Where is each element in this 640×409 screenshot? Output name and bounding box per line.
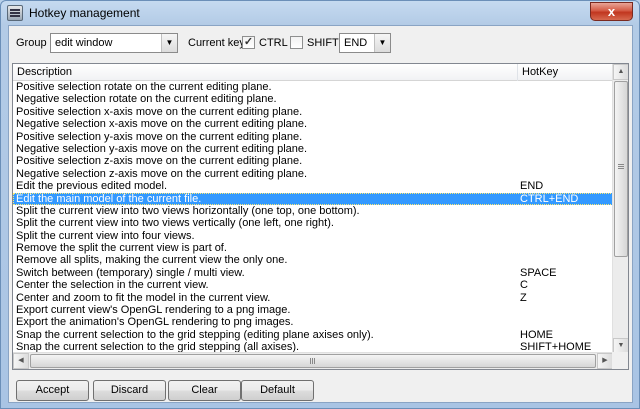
row-description: Center the selection in the current view…	[16, 279, 209, 292]
default-button[interactable]: Default	[241, 380, 314, 401]
list-item[interactable]: Negative selection y-axis move on the cu…	[13, 143, 613, 155]
row-description: Positive selection rotate on the current…	[16, 81, 272, 93]
row-hotkey: Z	[520, 291, 527, 304]
list-item[interactable]: Positive selection rotate on the current…	[13, 81, 613, 93]
row-description: Edit the main model of the current file.	[16, 192, 202, 205]
row-description: Remove all splits, making the current vi…	[16, 254, 288, 267]
list-item[interactable]: Positive selection z-axis move on the cu…	[13, 155, 613, 167]
list-item[interactable]: Remove all splits, making the current vi…	[13, 254, 613, 266]
vertical-scroll-thumb[interactable]	[614, 81, 628, 257]
list-item[interactable]: Edit the previous edited model. END	[13, 180, 613, 192]
horizontal-scrollbar[interactable]: ◀ ▶	[13, 352, 613, 369]
list-item[interactable]: Positive selection x-axis move on the cu…	[13, 106, 613, 118]
hotkey-list[interactable]: Description HotKey Positive selection ro…	[12, 63, 629, 370]
list-item[interactable]: Negative selection x-axis move on the cu…	[13, 118, 613, 130]
row-hotkey: END	[520, 180, 544, 193]
column-header-description[interactable]: Description	[13, 64, 518, 81]
row-hotkey: CTRL+END	[520, 192, 579, 205]
list-item[interactable]: Negative selection rotate on the current…	[13, 93, 613, 105]
list-item[interactable]: Export current view's OpenGL rendering t…	[13, 304, 613, 316]
key-dropdown[interactable]: END ▼	[339, 33, 391, 53]
close-icon: x	[607, 4, 616, 19]
row-description: Split the current view into two views ho…	[16, 204, 360, 217]
title-bar[interactable]: Hotkey management x	[1, 1, 639, 25]
row-hotkey: HOME	[520, 328, 553, 341]
row-hotkey: C	[520, 279, 528, 292]
list-item[interactable]: Switch between (temporary) single / mult…	[13, 267, 613, 279]
column-header-hotkey[interactable]: HotKey	[518, 64, 613, 81]
row-hotkey: SPACE	[520, 266, 557, 279]
list-item[interactable]: Positive selection y-axis move on the cu…	[13, 131, 613, 143]
row-description: Split the current view into two views ve…	[16, 217, 334, 230]
row-description: Export current view's OpenGL rendering t…	[16, 304, 291, 317]
scrollbar-corner	[612, 352, 628, 369]
current-key-label: Current key	[188, 37, 245, 49]
ctrl-checkbox[interactable]: ✓	[242, 36, 255, 49]
list-header: Description HotKey	[13, 64, 613, 81]
row-description: Positive selection x-axis move on the cu…	[16, 105, 303, 118]
chevron-down-icon[interactable]: ▼	[161, 34, 177, 52]
row-description: Edit the previous edited model.	[16, 180, 168, 193]
row-description: Negative selection rotate on the current…	[16, 93, 277, 106]
keyboard-icon	[7, 5, 23, 21]
list-rows: Positive selection rotate on the current…	[13, 81, 613, 354]
list-item[interactable]: Edit the main model of the current file.…	[13, 192, 613, 206]
list-item[interactable]: Snap the current selection to the grid s…	[13, 329, 613, 341]
row-description: Split the current view into four views.	[16, 229, 195, 242]
ctrl-label: CTRL	[259, 37, 288, 49]
row-description: Negative selection x-axis move on the cu…	[16, 118, 308, 131]
accept-button[interactable]: Accept	[16, 380, 89, 401]
row-description: Snap the current selection to the grid s…	[16, 328, 374, 341]
chevron-down-icon[interactable]: ▼	[374, 34, 390, 52]
clear-button[interactable]: Clear	[168, 380, 241, 401]
dialog-body: Group edit window ▼ Current key ✓ CTRL S…	[8, 25, 633, 403]
scroll-right-icon[interactable]: ▶	[597, 353, 613, 369]
horizontal-scroll-thumb[interactable]	[30, 354, 596, 368]
shift-label: SHIFT	[307, 37, 339, 49]
hotkey-management-window: Hotkey management x Group edit window ▼ …	[0, 0, 640, 409]
row-description: Export the animation's OpenGL rendering …	[16, 316, 294, 329]
list-item[interactable]: Split the current view into two views ve…	[13, 217, 613, 229]
row-description: Negative selection y-axis move on the cu…	[16, 142, 308, 155]
list-item[interactable]: Remove the split the current view is par…	[13, 242, 613, 254]
scroll-left-icon[interactable]: ◀	[13, 353, 29, 369]
row-description: Remove the split the current view is par…	[16, 242, 227, 255]
list-item[interactable]: Center the selection in the current view…	[13, 279, 613, 291]
row-description: Center and zoom to fit the model in the …	[16, 291, 271, 304]
window-title: Hotkey management	[29, 6, 140, 20]
list-item[interactable]: Split the current view into two views ho…	[13, 205, 613, 217]
list-item[interactable]: Center and zoom to fit the model in the …	[13, 292, 613, 304]
key-value: END	[344, 37, 368, 49]
group-dropdown[interactable]: edit window ▼	[50, 33, 178, 53]
list-item[interactable]: Export the animation's OpenGL rendering …	[13, 316, 613, 328]
row-description: Positive selection y-axis move on the cu…	[16, 130, 303, 143]
row-description: Positive selection z-axis move on the cu…	[16, 155, 303, 168]
close-button[interactable]: x	[590, 2, 633, 21]
list-item[interactable]: Negative selection z-axis move on the cu…	[13, 168, 613, 180]
vertical-scrollbar[interactable]: ▲ ▼	[612, 64, 628, 354]
discard-button[interactable]: Discard	[93, 380, 166, 401]
row-description: Switch between (temporary) single / mult…	[16, 266, 245, 279]
row-description: Negative selection z-axis move on the cu…	[16, 167, 308, 180]
shift-checkbox[interactable]	[290, 36, 303, 49]
scroll-up-icon[interactable]: ▲	[613, 64, 628, 80]
group-value: edit window	[55, 37, 113, 49]
group-label: Group	[16, 37, 47, 49]
list-item[interactable]: Split the current view into four views.	[13, 230, 613, 242]
